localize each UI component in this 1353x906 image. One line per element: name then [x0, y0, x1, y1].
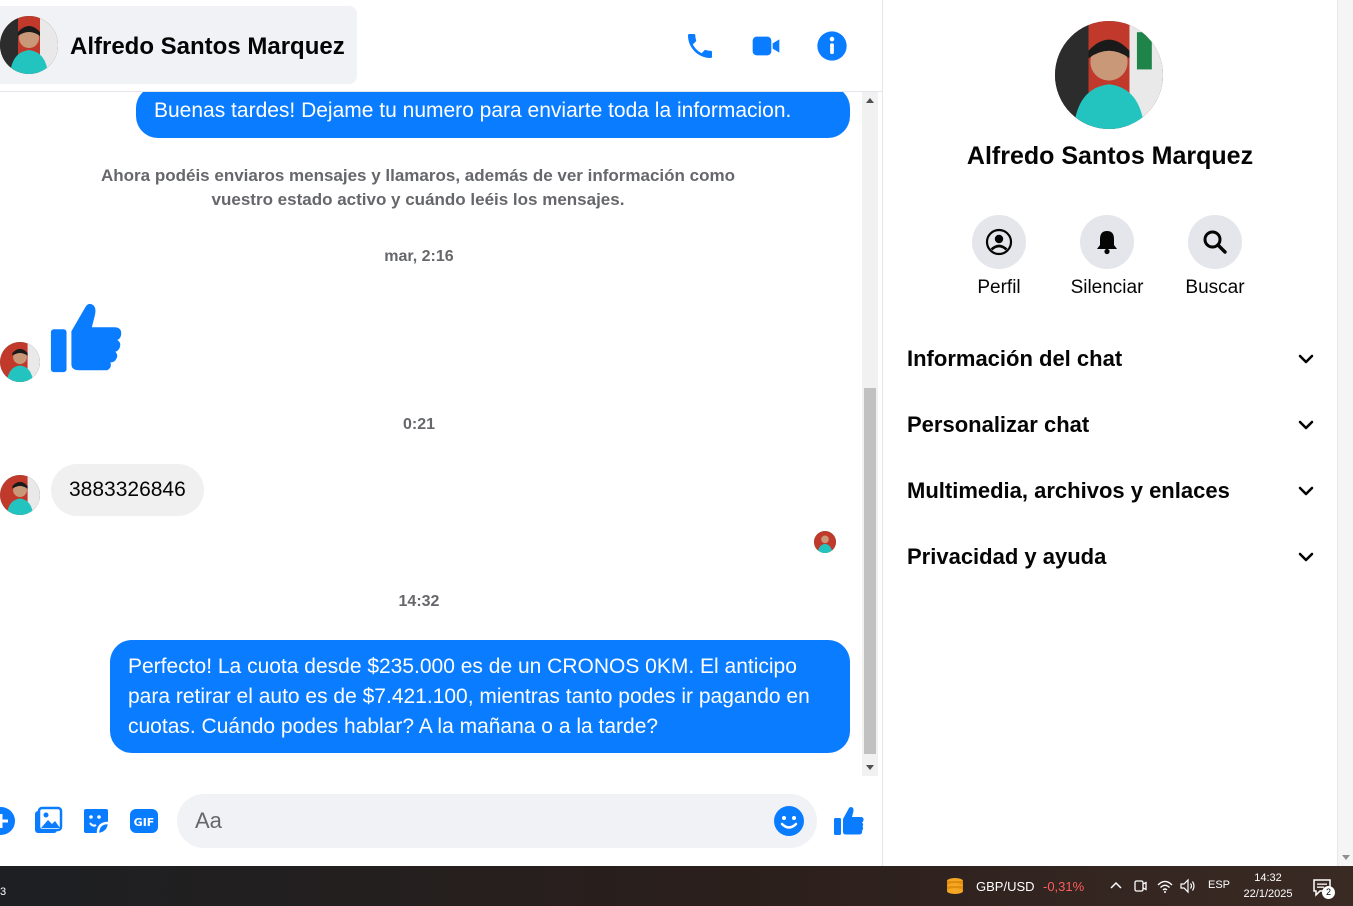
- system-note: Ahora podéis enviaros mensajes y llamaro…: [101, 166, 735, 209]
- mute-button[interactable]: Silenciar: [1057, 215, 1157, 299]
- scroll-down-arrow[interactable]: [866, 765, 874, 770]
- ticker-change[interactable]: -0,31%: [1043, 879, 1084, 894]
- svg-text:GIF: GIF: [134, 816, 155, 829]
- emoji-icon[interactable]: [773, 805, 805, 837]
- attach-image-button[interactable]: [33, 806, 63, 836]
- section-privacy-help[interactable]: Privacidad y ayuda: [907, 532, 1317, 582]
- outgoing-message[interactable]: Perfecto! La cuota desde $235.000 es de …: [110, 640, 850, 753]
- contact-name: Alfredo Santos Marquez: [70, 33, 345, 60]
- scroll-down-arrow[interactable]: [1342, 855, 1350, 860]
- search-button-label: Buscar: [1185, 277, 1245, 298]
- read-receipt-avatar: [814, 531, 836, 553]
- thumbs-up-icon: [834, 807, 864, 835]
- message-input[interactable]: [195, 794, 765, 848]
- chevron-down-icon: [1298, 486, 1314, 496]
- section-label: Multimedia, archivos y enlaces: [907, 478, 1230, 503]
- input-language[interactable]: ESP: [1208, 879, 1230, 891]
- profile-button[interactable]: Perfil: [949, 215, 1049, 299]
- scrollbar-thumb[interactable]: [864, 388, 876, 754]
- section-chat-info[interactable]: Información del chat: [907, 334, 1317, 384]
- contact-header-button[interactable]: Alfredo Santos Marquez: [0, 6, 357, 84]
- meet-now-icon[interactable]: [1131, 877, 1149, 895]
- chat-header: Alfredo Santos Marquez: [0, 0, 882, 92]
- phone-icon: [688, 34, 712, 58]
- clock-time: 14:32: [1254, 872, 1282, 884]
- video-call-button[interactable]: [748, 28, 784, 64]
- section-label: Personalizar chat: [907, 412, 1090, 437]
- scroll-up-arrow[interactable]: [866, 98, 874, 103]
- chat-details-panel: Alfredo Santos Marquez Perfil Silenciar …: [883, 0, 1337, 866]
- ticker-pair[interactable]: GBP/USD: [976, 879, 1035, 894]
- composer: GIF: [0, 776, 882, 866]
- incoming-message[interactable]: 3883326846: [51, 464, 204, 516]
- sender-avatar[interactable]: [0, 342, 40, 382]
- image-icon: [35, 806, 63, 833]
- section-label: Privacidad y ayuda: [907, 544, 1107, 569]
- window-scrollbar[interactable]: [1337, 0, 1353, 866]
- profile-button-label: Perfil: [977, 277, 1021, 298]
- message-timestamp: 0:21: [402, 416, 436, 433]
- call-button[interactable]: [682, 28, 718, 64]
- chat-pane: Alfredo Santos Marquez Buenas tardes! De…: [0, 0, 882, 866]
- sticker-button[interactable]: [81, 806, 111, 836]
- plus-icon: [0, 807, 15, 835]
- contact-avatar[interactable]: [0, 16, 58, 74]
- profile-avatar-large[interactable]: [1055, 21, 1163, 129]
- gif-button[interactable]: GIF: [129, 806, 159, 836]
- message-timestamp: mar, 2:16: [384, 248, 454, 265]
- message-timestamp: 14:32: [398, 593, 440, 610]
- taskbar-app-badge[interactable]: 3: [0, 886, 6, 898]
- message-input-container[interactable]: [177, 794, 817, 848]
- mute-button-label: Silenciar: [1070, 277, 1144, 298]
- chevron-up-icon[interactable]: [1107, 877, 1125, 895]
- info-icon: [817, 31, 847, 61]
- gif-icon: GIF: [130, 809, 158, 833]
- clock-date: 22/1/2025: [1243, 888, 1293, 900]
- search-icon: [1203, 230, 1227, 254]
- messenger-window: Alfredo Santos Marquez Buenas tardes! De…: [0, 0, 1353, 866]
- system-clock[interactable]: 14:32 22/1/2025: [1236, 870, 1300, 902]
- stock-ticker-icon[interactable]: [944, 875, 966, 897]
- message-list: Buenas tardes! Dejame tu numero para env…: [0, 92, 862, 776]
- send-like-button[interactable]: [833, 805, 865, 837]
- section-media-files-links[interactable]: Multimedia, archivos y enlaces: [907, 466, 1317, 516]
- more-actions-button[interactable]: [0, 806, 16, 836]
- chat-info-button[interactable]: [814, 28, 850, 64]
- chevron-down-icon: [1298, 354, 1314, 364]
- wifi-icon[interactable]: [1156, 877, 1174, 895]
- notification-count-badge: 2: [1322, 886, 1335, 899]
- bell-icon: [1097, 231, 1117, 255]
- windows-taskbar: 3 GBP/USD -0,31% ESP 14:32 22/1/2025 2: [0, 866, 1353, 906]
- search-button[interactable]: Buscar: [1165, 215, 1265, 299]
- section-customize-chat[interactable]: Personalizar chat: [907, 400, 1317, 450]
- volume-icon[interactable]: [1179, 877, 1197, 895]
- message-scrollbar[interactable]: [862, 92, 878, 776]
- video-camera-icon: [752, 36, 780, 56]
- thumbs-up-icon[interactable]: [48, 300, 126, 378]
- chevron-down-icon: [1298, 552, 1314, 562]
- sender-avatar[interactable]: [0, 475, 40, 515]
- profile-icon: [985, 228, 1013, 256]
- profile-name: Alfredo Santos Marquez: [966, 142, 1254, 170]
- section-label: Información del chat: [907, 346, 1123, 371]
- chevron-down-icon: [1298, 420, 1314, 430]
- sticker-icon: [84, 809, 109, 834]
- outgoing-message[interactable]: Buenas tardes! Dejame tu numero para env…: [136, 92, 850, 138]
- header-actions: [682, 28, 850, 64]
